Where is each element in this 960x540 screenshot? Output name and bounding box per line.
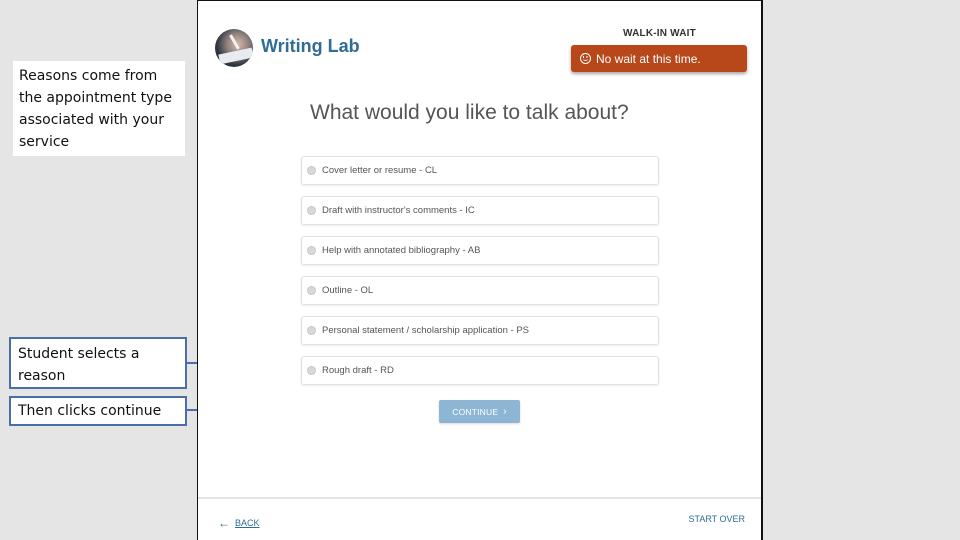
reason-option[interactable]: Rough draft - RD [301, 356, 659, 385]
back-link[interactable]: ← BACK [218, 516, 260, 530]
reason-option[interactable]: Cover letter or resume - CL [301, 156, 659, 185]
start-over-link[interactable]: START OVER [688, 514, 745, 524]
reason-option-label: Help with annotated bibliography - AB [322, 245, 481, 256]
radio-button[interactable] [307, 366, 316, 375]
app-title: Writing Lab [261, 36, 360, 56]
app-screenshot: Writing Lab WALK-IN WAIT No wait at this… [197, 0, 763, 540]
wait-status-badge: No wait at this time. [571, 45, 747, 72]
continue-button[interactable]: CONTINUE › [439, 400, 520, 423]
reason-option-label: Rough draft - RD [322, 365, 394, 376]
reason-option-label: Outline - OL [322, 285, 374, 296]
footer-divider [198, 497, 761, 499]
annotation-reasons-text: Reasons come from the appointment type a… [19, 68, 172, 150]
radio-button[interactable] [307, 246, 316, 255]
annotation-continue-text: Then clicks continue [18, 403, 162, 419]
reason-option[interactable]: Personal statement / scholarship applica… [301, 316, 659, 345]
page-question: What would you like to talk about? [310, 101, 629, 124]
back-link-label: BACK [235, 518, 260, 528]
reason-option-label: Draft with instructor's comments - IC [322, 205, 475, 216]
radio-button[interactable] [307, 206, 316, 215]
reason-option-label: Cover letter or resume - CL [322, 165, 438, 176]
radio-button[interactable] [307, 326, 316, 335]
annotation-continue: Then clicks continue [9, 396, 187, 426]
walk-in-wait-label: WALK-IN WAIT [623, 28, 696, 39]
writing-lab-logo-icon [215, 29, 253, 67]
continue-button-label: CONTINUE [452, 406, 499, 417]
reason-option[interactable]: Help with annotated bibliography - AB [301, 236, 659, 265]
smile-icon [580, 53, 591, 64]
annotation-reasons: Reasons come from the appointment type a… [13, 61, 185, 156]
arrow-left-icon: ← [218, 516, 230, 530]
wait-status-text: No wait at this time. [596, 51, 701, 66]
radio-button[interactable] [307, 286, 316, 295]
chevron-right-icon: › [503, 406, 507, 417]
reason-option-label: Personal statement / scholarship applica… [322, 325, 529, 336]
reason-options: Cover letter or resume - CL Draft with i… [301, 156, 659, 396]
reason-option[interactable]: Draft with instructor's comments - IC [301, 196, 659, 225]
reason-option[interactable]: Outline - OL [301, 276, 659, 305]
radio-button[interactable] [307, 166, 316, 175]
annotation-select: Student selects a reason [9, 337, 187, 389]
annotation-select-text: Student selects a reason [18, 346, 140, 384]
